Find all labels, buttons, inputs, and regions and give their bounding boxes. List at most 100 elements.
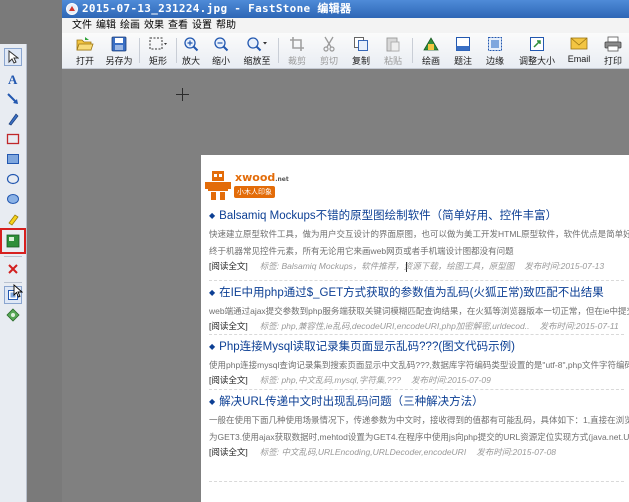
article-item: ◆ 在IE中用php通过$_GET方式获取的参数值为乱码(火狐正常)致匹配不出结果…: [209, 286, 629, 332]
edge-label: 边缘: [485, 56, 504, 66]
svg-text:A: A: [8, 72, 18, 86]
open-button[interactable]: 打开: [72, 35, 98, 66]
toolbar-divider: [139, 38, 140, 63]
paste-icon: [386, 37, 400, 52]
caption-icon: [456, 37, 470, 51]
article-title[interactable]: ◆ Balsamiq Mockups不错的原型图绘制软件（简单好用、控件丰富）: [209, 209, 629, 224]
zoom-in-icon: [184, 37, 199, 52]
screenshot-image[interactable]: xwood.net 小木人印象 ◆ Balsamiq Mockups不错的原型图绘…: [201, 155, 629, 502]
article-title-text[interactable]: 解决URL传递中文时出现乱码问题（三种解决方法）: [219, 396, 484, 408]
article-title[interactable]: ◆ 解决URL传递中文时出现乱码问题（三种解决方法）: [209, 395, 629, 410]
print-button[interactable]: 打印: [600, 35, 626, 66]
highlighter-tool-icon[interactable]: [4, 210, 22, 228]
paste-label: 粘贴: [383, 56, 402, 66]
site-brand: xwood.net: [235, 171, 289, 184]
cut-button[interactable]: 剪切: [316, 35, 342, 66]
bullet-diamond-icon: ◆: [209, 288, 216, 297]
delete-x-icon[interactable]: [4, 260, 22, 278]
read-more-link[interactable]: [阅读全文]: [209, 261, 248, 271]
article-meta: [阅读全文] 标签: php,中文乱码,mysql,字符集,??? 发布时间:201…: [209, 374, 629, 386]
crop-label: 裁剪: [287, 56, 306, 66]
stamp-tool-icon[interactable]: [4, 306, 22, 324]
filled-rectangle-tool-icon[interactable]: [4, 150, 22, 168]
editor-window: 2015-07-13_231224.jpg - FastStone 编辑器 文件…: [62, 0, 629, 502]
article-divider: [209, 389, 624, 390]
zoom-in-button[interactable]: 放大: [178, 35, 204, 66]
caption-button[interactable]: 题注: [450, 35, 476, 66]
menu-bar: 文件 编辑 绘画 效果 查看 设置 帮助: [62, 18, 629, 34]
article-divider: [209, 334, 624, 335]
article-title-text[interactable]: 在IE中用php通过$_GET方式获取的参数值为乱码(火狐正常)致匹配不出结果: [219, 287, 604, 299]
pen-tool-icon[interactable]: [4, 110, 22, 128]
zoom-to-icon: [247, 37, 267, 52]
article-tags: 标签: Balsamiq Mockups，软件推荐，资源下载，绘图工具，原型图: [259, 261, 515, 271]
article-meta: [阅读全文] 标签: 中文乱码,URLEncoding,URLDecoder,en…: [209, 446, 629, 458]
menu-file[interactable]: 文件: [72, 18, 92, 33]
menu-effects[interactable]: 效果: [144, 18, 164, 33]
article-divider: [209, 481, 624, 482]
arrow-tool-icon[interactable]: [4, 90, 22, 108]
printer-icon: [604, 36, 622, 52]
pointer-arrow-icon[interactable]: [4, 48, 22, 66]
print-label: 打印: [603, 56, 622, 66]
menu-view[interactable]: 查看: [168, 18, 188, 33]
resize-button[interactable]: 调整大小: [516, 35, 558, 66]
save-disk-icon: [111, 36, 127, 52]
open-label: 打开: [75, 56, 94, 66]
article-tags: 标签: php,中文乱码,mysql,字符集,???: [259, 375, 401, 385]
article-date: 发布时间:2015-07-13: [524, 261, 605, 271]
ellipse-tool-icon[interactable]: [4, 170, 22, 188]
article-excerpt: 终于机器常见控件元素，所有无论用它来画web网页或者手机端设计图都没有问题: [209, 246, 514, 256]
menu-edit[interactable]: 编辑: [96, 18, 116, 33]
draw-button[interactable]: 绘画: [418, 35, 444, 66]
article-date: 发布时间:2015-07-08: [476, 447, 557, 457]
app-frame: A 2015-07-13_231224.jpg - FastStone 编辑器 …: [0, 0, 629, 502]
cut-label: 剪切: [319, 56, 338, 66]
article-item: ◆ 解决URL传递中文时出现乱码问题（三种解决方法） 一般在使用下面几种使用场景情…: [209, 395, 629, 458]
article-title[interactable]: ◆ Php连接Mysql读取记录集页面显示乱码???(图文代码示例): [209, 340, 629, 355]
menu-draw[interactable]: 绘画: [120, 18, 140, 33]
article-meta: [阅读全文] 标签: Balsamiq Mockups，软件推荐，资源下载，绘图工…: [209, 260, 629, 272]
crop-button[interactable]: 裁剪: [284, 35, 310, 66]
title-bar: 2015-07-13_231224.jpg - FastStone 编辑器: [62, 0, 629, 18]
site-tagline: 小木人印象: [234, 186, 275, 198]
zoom-to-button[interactable]: 缩放至: [240, 35, 274, 66]
read-more-link[interactable]: [阅读全文]: [209, 375, 248, 385]
zoom-out-label: 缩小: [211, 56, 230, 66]
article-title[interactable]: ◆ 在IE中用php通过$_GET方式获取的参数值为乱码(火狐正常)致匹配不出结果: [209, 286, 629, 301]
email-button[interactable]: Email: [566, 35, 592, 66]
bullet-diamond-icon: ◆: [209, 397, 216, 406]
article-excerpt: 快速建立原型软件工具，做为用户交互设计的界面原图，也可以做为美工开发HTML原型…: [209, 229, 629, 239]
open-folder-icon: [76, 37, 94, 51]
article-title-text[interactable]: Balsamiq Mockups不错的原型图绘制软件（简单好用、控件丰富）: [219, 210, 557, 222]
text-tool-icon[interactable]: A: [4, 70, 22, 88]
filled-ellipse-tool-icon[interactable]: [4, 190, 22, 208]
read-more-link[interactable]: [阅读全文]: [209, 447, 248, 457]
edge-effect-icon: [488, 37, 502, 51]
drawing-tool-palette: A: [0, 44, 27, 502]
article-tags: 标签: php,兼容性,ie乱码,decodeURI,encodeURI,php…: [259, 321, 530, 331]
watermark-tool-icon[interactable]: [0, 228, 26, 254]
zoom-out-button[interactable]: 缩小: [208, 35, 234, 66]
image-canvas[interactable]: xwood.net 小木人印象 ◆ Balsamiq Mockups不错的原型图绘…: [62, 69, 629, 502]
window-title: 2015-07-13_231224.jpg - FastStone 编辑器: [82, 2, 352, 15]
scissors-icon: [323, 36, 335, 52]
article-meta: [阅读全文] 标签: php,兼容性,ie乱码,decodeURI,encodeU…: [209, 320, 629, 332]
save-as-button[interactable]: 另存为: [102, 35, 136, 66]
edge-button[interactable]: 边缘: [482, 35, 508, 66]
resize-label: 调整大小: [518, 56, 555, 66]
menu-settings[interactable]: 设置: [192, 18, 212, 33]
read-more-link[interactable]: [阅读全文]: [209, 321, 248, 331]
main-toolbar: 打开 另存为 矩形 放大 缩小 缩放至 裁剪 剪切 复制 粘贴 绘画 题注 边缘…: [62, 33, 629, 69]
menu-help[interactable]: 帮助: [216, 18, 236, 33]
article-title-text[interactable]: Php连接Mysql读取记录集页面显示乱码???(图文代码示例): [219, 341, 515, 353]
article-excerpt: web端通过ajax提交参数到php服务端获取关键词模糊匹配查询结果，在火狐等浏…: [209, 306, 629, 316]
email-label: Email: [567, 54, 591, 64]
palette-divider: [4, 282, 22, 283]
save-as-label: 另存为: [105, 56, 133, 66]
rectangle-select-button[interactable]: 矩形: [142, 35, 174, 66]
copy-button[interactable]: 复制: [348, 35, 374, 66]
article-date: 发布时间:2015-07-09: [410, 375, 491, 385]
rectangle-tool-icon[interactable]: [4, 130, 22, 148]
paste-button[interactable]: 粘贴: [380, 35, 406, 66]
